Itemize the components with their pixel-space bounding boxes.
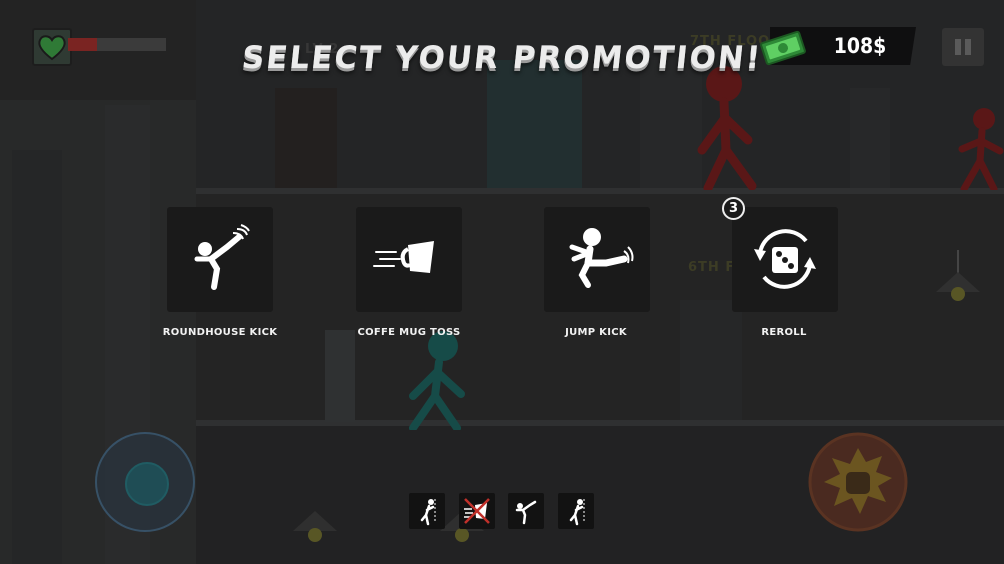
wall-slide-icon [420,499,436,526]
promotion-label: REROLL [761,327,807,338]
wall-slide-icon [569,499,585,526]
promotion-label: JUMP KICK [565,327,627,338]
roundhouse-kick-icon [515,500,537,525]
promotion-title: SELECT YOUR PROMOTION! [240,40,764,76]
promotion-label: COFFE MUG TOSS [357,327,461,338]
reroll-count-badge: 3 [722,197,745,220]
promotion-label: ROUNDHOUSE KICK [162,327,278,338]
jump-kick-icon [569,228,634,288]
coffee-mug-toss-locked-icon [464,498,490,524]
punch-button[interactable] [808,432,908,532]
owned-skill-slot [459,493,495,529]
promotion-card-coffee-mug-toss[interactable] [356,207,462,312]
promotion-card-roundhouse-kick[interactable] [167,207,273,312]
owned-skill-slot [508,493,544,529]
owned-skill-slot [558,493,594,529]
owned-skill-slot [409,493,445,529]
joystick-icon[interactable] [125,462,169,506]
roundhouse-kick-icon [194,224,250,290]
reroll-dice-icon [754,229,816,289]
promotion-card-jump-kick[interactable] [544,207,650,312]
coffee-mug-toss-icon [373,241,434,273]
promotion-card-reroll[interactable] [732,207,838,312]
